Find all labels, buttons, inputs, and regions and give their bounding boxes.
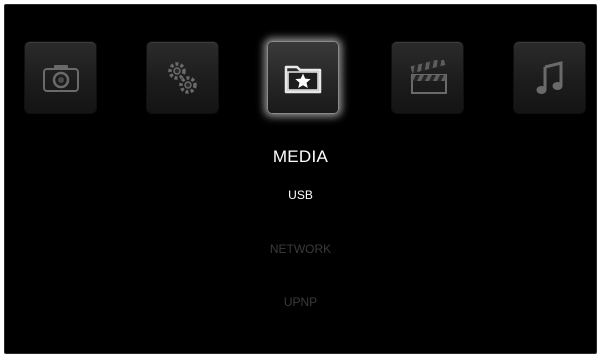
clapperboard-icon [407,59,449,96]
menu-item-upnp[interactable]: UPNP [5,295,596,309]
music-note-icon [535,59,565,97]
category-tile-music[interactable] [514,42,585,113]
menu-item-usb[interactable]: USB [5,188,596,202]
media-player-screen: MEDIA USB NETWORK UPNP [4,4,597,354]
category-tile-photo[interactable] [25,42,96,113]
category-tile-movies[interactable] [392,42,463,113]
category-tile-settings[interactable] [147,42,218,113]
section-title: MEDIA [272,147,329,166]
menu-item-network[interactable]: NETWORK [5,242,596,256]
gears-icon [166,60,200,96]
star-folder-icon [283,61,323,95]
category-tile-media[interactable] [267,41,339,114]
camera-icon [41,63,81,93]
